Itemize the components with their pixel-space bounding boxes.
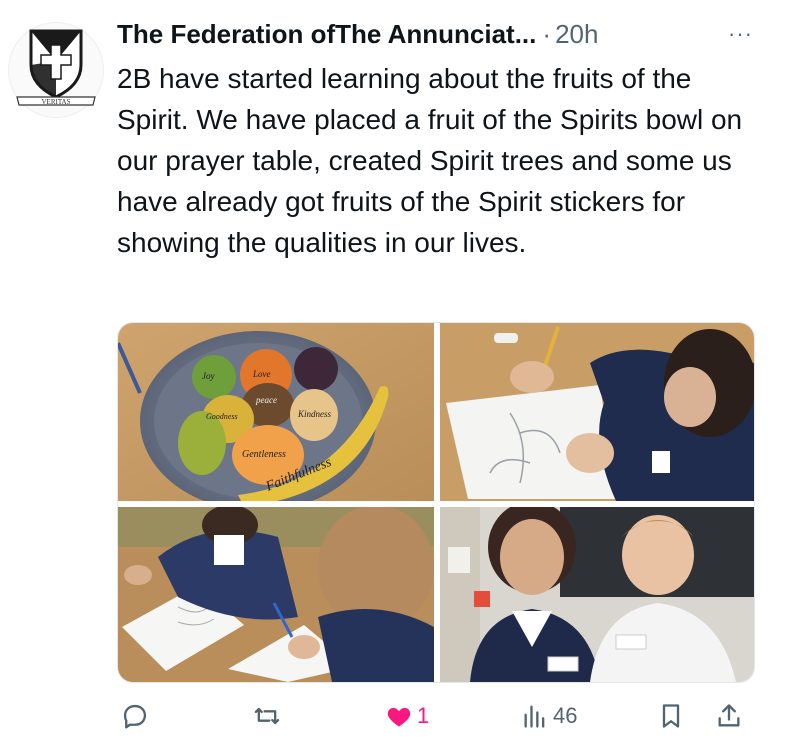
fruit-label: peace [255, 395, 277, 405]
fruit-label: Joy [202, 371, 215, 381]
like-count: 1 [417, 703, 430, 728]
views-count: 46 [553, 703, 578, 728]
avatar-motto: VERITAS [42, 98, 71, 106]
heart-filled-icon [387, 707, 411, 727]
views-icon [524, 705, 545, 728]
separator-dot: · [542, 18, 552, 49]
retweet-button[interactable] [253, 694, 281, 738]
reply-icon [123, 704, 147, 729]
media-grid: Joy Love peace Goodness Kindness Gentlen… [117, 322, 755, 683]
more-horizontal-icon[interactable]: ··· [724, 21, 757, 47]
reply-button[interactable] [121, 694, 149, 738]
children-drawing-table-photo[interactable] [118, 507, 434, 682]
fruit-bowl-photo[interactable]: Joy Love peace Goodness Kindness Gentlen… [118, 323, 434, 501]
author-name[interactable]: The Federation ofThe Annunciat... [117, 19, 536, 50]
tweet-header: The Federation ofThe Annunciat... · 20h … [117, 14, 757, 54]
fruit-label: Goodness [206, 412, 238, 421]
bookmark-icon [662, 704, 680, 728]
action-bar: 1 46 [117, 694, 757, 738]
views-button[interactable]: 46 [521, 694, 577, 738]
like-button[interactable]: 1 [385, 694, 429, 738]
share-button[interactable] [715, 694, 743, 738]
fruit-label: Love [252, 369, 271, 379]
avatar[interactable]: VERITAS [8, 22, 104, 118]
tweet-text: 2B have started learning about the fruit… [117, 63, 743, 258]
fruit-label: Kindness [297, 409, 332, 419]
retweet-icon [254, 707, 280, 725]
child-drawing-photo[interactable] [440, 323, 754, 501]
timestamp[interactable]: 20h [555, 19, 598, 50]
dominican-shield-logo: VERITAS [16, 29, 96, 106]
share-icon [718, 704, 740, 727]
bookmark-button[interactable] [657, 694, 685, 738]
fruit-label: Gentleness [242, 449, 286, 460]
two-children-smiling-photo[interactable] [440, 507, 754, 682]
